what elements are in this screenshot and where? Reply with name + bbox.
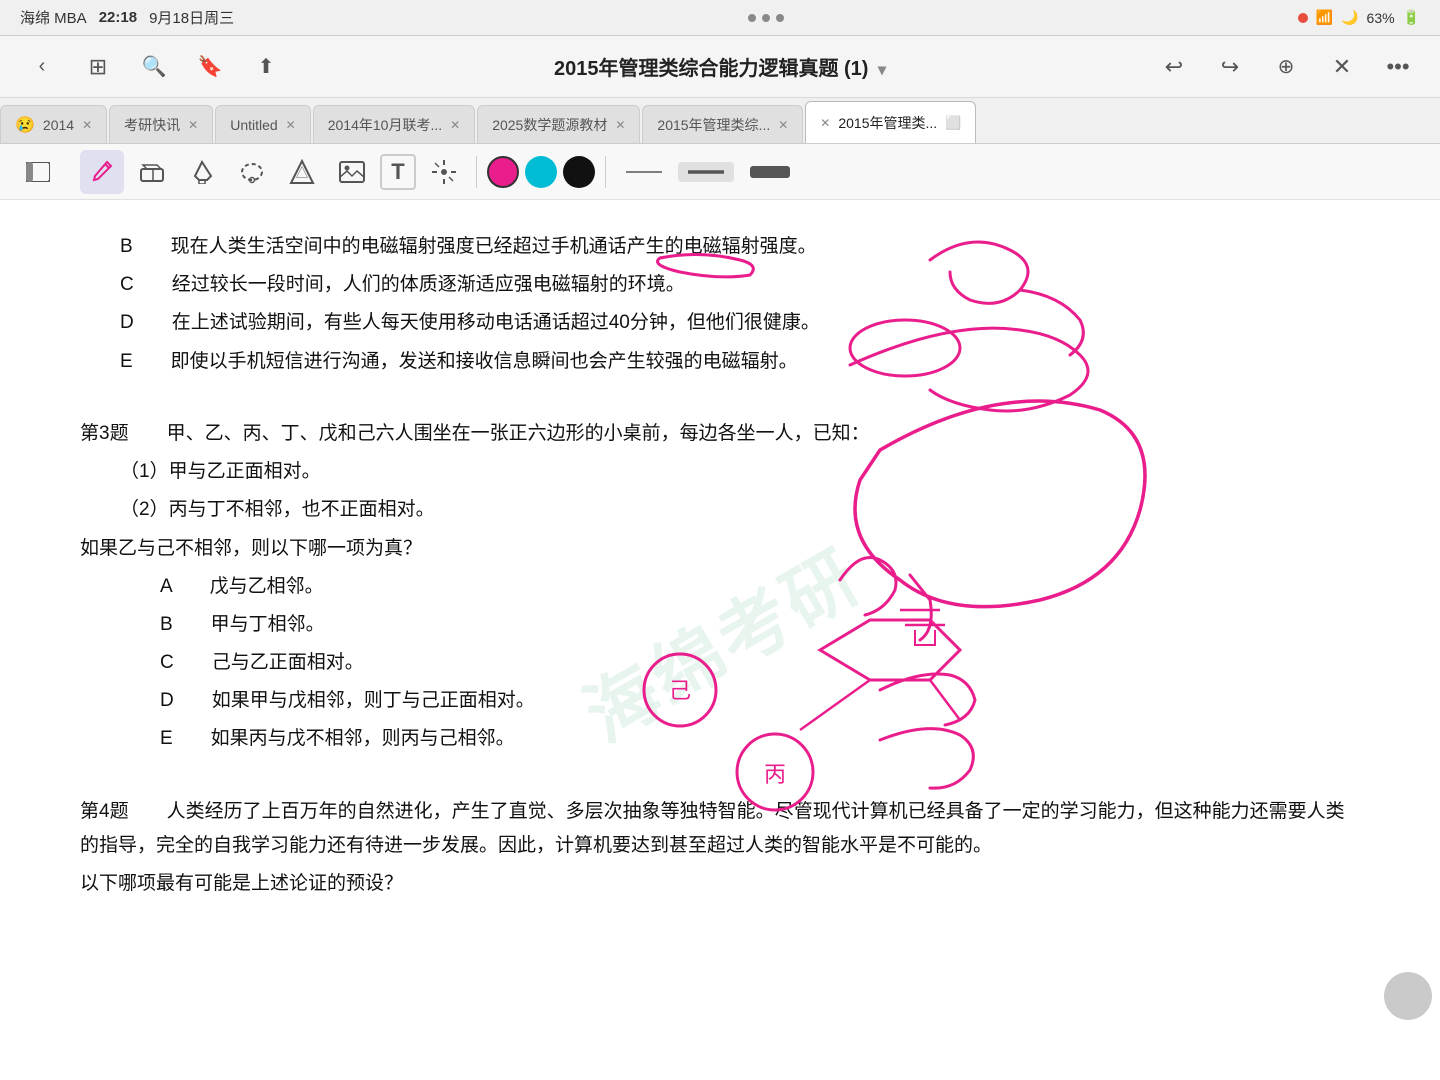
q3-A: A 戊与乙相邻。 bbox=[160, 570, 1360, 604]
text-tool-button[interactable]: T bbox=[380, 154, 416, 190]
tab-2015guanli1[interactable]: 2015年管理类综... ✕ bbox=[642, 105, 803, 143]
status-left: 海绵 MBA 22:18 9月18日周三 bbox=[20, 7, 234, 28]
tab-close-2025shuxue[interactable]: ✕ bbox=[615, 118, 625, 132]
line-D: D 在上述试验期间，有些人每天使用移动电话通话超过40分钟，但他们很健康。 bbox=[120, 306, 1360, 340]
q4-question: 以下哪项最有可能是上述论证的预设？ bbox=[80, 867, 1360, 901]
redo-button[interactable]: ↪ bbox=[1212, 49, 1248, 85]
q3-C: C 己与乙正面相对。 bbox=[160, 646, 1360, 680]
color-pink-button[interactable] bbox=[487, 156, 519, 188]
time: 22:18 bbox=[99, 9, 137, 26]
q3-E: E 如果丙与戊不相邻，则丙与己相邻。 bbox=[160, 722, 1360, 756]
line-E: E 即使以手机短信进行沟通，发送和接收信息瞬间也会产生较强的电磁辐射。 bbox=[120, 345, 1360, 379]
scroll-handle[interactable] bbox=[1384, 972, 1432, 1020]
date: 9月18日周三 bbox=[149, 7, 234, 28]
pen-tool-button[interactable] bbox=[80, 150, 124, 194]
title-dropdown-icon[interactable]: ▾ bbox=[878, 62, 886, 79]
add-page-button[interactable]: ⊕ bbox=[1268, 49, 1304, 85]
lasso-tool-button[interactable] bbox=[230, 150, 274, 194]
tab-label-2015guanli1: 2015年管理类综... bbox=[657, 115, 770, 135]
toolbar-separator-1 bbox=[476, 156, 477, 188]
q3-question: 如果乙与己不相邻，则以下哪一项为真？ bbox=[80, 532, 1360, 566]
tab-close-kaoyankuaixun[interactable]: ✕ bbox=[188, 118, 198, 132]
tab-close-2015guanli1[interactable]: ✕ bbox=[778, 118, 788, 132]
main-content: 海绵考研 B 现在人类生活空间中的电磁辐射强度已经超过手机通话产生的电磁辐射强度… bbox=[0, 200, 1440, 1080]
back-button[interactable]: ‹ bbox=[24, 49, 60, 85]
tab-untitled[interactable]: Untitled ✕ bbox=[215, 105, 311, 143]
line-C: C 经过较长一段时间，人们的体质逐渐适应强电磁辐射的环境。 bbox=[120, 268, 1360, 302]
tab-kaoyankuaixun[interactable]: 考研快讯 ✕ bbox=[109, 105, 213, 143]
document-text: B 现在人类生活空间中的电磁辐射强度已经超过手机通话产生的电磁辐射强度。 C 经… bbox=[80, 230, 1360, 901]
battery-level: 63% bbox=[1367, 10, 1395, 26]
line-medium-button[interactable] bbox=[678, 162, 734, 182]
title-bar-left[interactable]: ‹ ⊞ 🔍 🔖 ⬆ bbox=[24, 49, 284, 85]
tab-2025shuxue[interactable]: 2025数学题源教材 ✕ bbox=[477, 105, 640, 143]
battery-icon: 🔋 bbox=[1403, 9, 1420, 26]
tab-close-active-icon[interactable]: ✕ bbox=[820, 116, 830, 130]
q3-D: D 如果甲与戊相邻，则丁与己正面相对。 bbox=[160, 684, 1360, 718]
eraser-tool-button[interactable] bbox=[130, 150, 174, 194]
moon-icon: 🌙 bbox=[1341, 9, 1358, 26]
toolbar-separator-2 bbox=[605, 156, 606, 188]
title-bar: ‹ ⊞ 🔍 🔖 ⬆ 2015年管理类综合能力逻辑真题 (1) ▾ ↩ ↪ ⊕ ✕… bbox=[0, 36, 1440, 98]
highlighter-tool-button[interactable] bbox=[180, 150, 224, 194]
carrier: 海绵 MBA bbox=[20, 7, 87, 28]
line-thick-button[interactable] bbox=[740, 162, 800, 182]
line-thin-button[interactable] bbox=[616, 162, 672, 182]
bookmark-button[interactable]: 🔖 bbox=[192, 49, 228, 85]
tab-thumbnail-icon: ⬜ bbox=[945, 115, 961, 131]
share-button[interactable]: ⬆ bbox=[248, 49, 284, 85]
tab-emoji-2014: 😢 bbox=[15, 115, 35, 135]
undo-button[interactable]: ↩ bbox=[1156, 49, 1192, 85]
status-right: 📶 🌙 63% 🔋 bbox=[1298, 9, 1420, 26]
q3-cond1: （1）甲与乙正面相对。 bbox=[120, 455, 1360, 489]
line-B: B 现在人类生活空间中的电磁辐射强度已经超过手机通话产生的电磁辐射强度。 bbox=[120, 230, 1360, 264]
tab-label-2014liankaoan: 2014年10月联考... bbox=[328, 115, 442, 135]
record-indicator bbox=[1298, 13, 1308, 23]
grid-view-button[interactable]: ⊞ bbox=[80, 49, 116, 85]
shape-tool-button[interactable] bbox=[280, 150, 324, 194]
laser-tool-button[interactable] bbox=[422, 150, 466, 194]
q4-header: 第4题 人类经历了上百万年的自然进化，产生了直觉、多层次抽象等独特智能。尽管现代… bbox=[80, 795, 1360, 863]
status-center-dots bbox=[748, 14, 784, 22]
more-button[interactable]: ••• bbox=[1380, 49, 1416, 85]
tab-close-untitled[interactable]: ✕ bbox=[286, 118, 296, 132]
tab-label-untitled: Untitled bbox=[230, 117, 277, 133]
q3-B: B 甲与丁相邻。 bbox=[160, 608, 1360, 642]
search-button[interactable]: 🔍 bbox=[136, 49, 172, 85]
tab-label-2015guanli2: 2015年管理类... bbox=[838, 113, 937, 133]
tab-2015guanli2[interactable]: ✕ 2015年管理类... ⬜ bbox=[805, 101, 976, 143]
title-bar-right[interactable]: ↩ ↪ ⊕ ✕ ••• bbox=[1156, 49, 1416, 85]
q3-cond2: （2）丙与丁不相邻，也不正面相对。 bbox=[120, 493, 1360, 527]
image-tool-button[interactable] bbox=[330, 150, 374, 194]
color-black-button[interactable] bbox=[563, 156, 595, 188]
tab-label-kaoyankuaixun: 考研快讯 bbox=[124, 115, 180, 135]
tab-2014liankaoan[interactable]: 2014年10月联考... ✕ bbox=[313, 105, 475, 143]
tab-bar: 😢 2014 ✕ 考研快讯 ✕ Untitled ✕ 2014年10月联考...… bbox=[0, 98, 1440, 144]
sidebar-toggle-button[interactable] bbox=[16, 150, 60, 194]
tab-label-2014: 2014 bbox=[43, 117, 74, 133]
q3-header: 第3题 甲、乙、丙、丁、戊和己六人围坐在一张正六边形的小桌前，每边各坐一人，已知… bbox=[80, 417, 1360, 451]
tab-label-2025shuxue: 2025数学题源教材 bbox=[492, 115, 607, 135]
wifi-icon: 📶 bbox=[1316, 9, 1333, 26]
close-button[interactable]: ✕ bbox=[1324, 49, 1360, 85]
document-title: 2015年管理类综合能力逻辑真题 (1) ▾ bbox=[554, 52, 886, 81]
document-page: 海绵考研 B 现在人类生活空间中的电磁辐射强度已经超过手机通话产生的电磁辐射强度… bbox=[0, 200, 1440, 1080]
status-bar: 海绵 MBA 22:18 9月18日周三 📶 🌙 63% 🔋 bbox=[0, 0, 1440, 36]
tab-2014[interactable]: 😢 2014 ✕ bbox=[0, 105, 107, 143]
document-area: 海绵考研 B 现在人类生活空间中的电磁辐射强度已经超过手机通话产生的电磁辐射强度… bbox=[0, 200, 1440, 1080]
tab-close-2014liankaoan[interactable]: ✕ bbox=[450, 118, 460, 132]
color-cyan-button[interactable] bbox=[525, 156, 557, 188]
tab-close-2014[interactable]: ✕ bbox=[82, 118, 92, 132]
toolbar: T bbox=[0, 144, 1440, 200]
